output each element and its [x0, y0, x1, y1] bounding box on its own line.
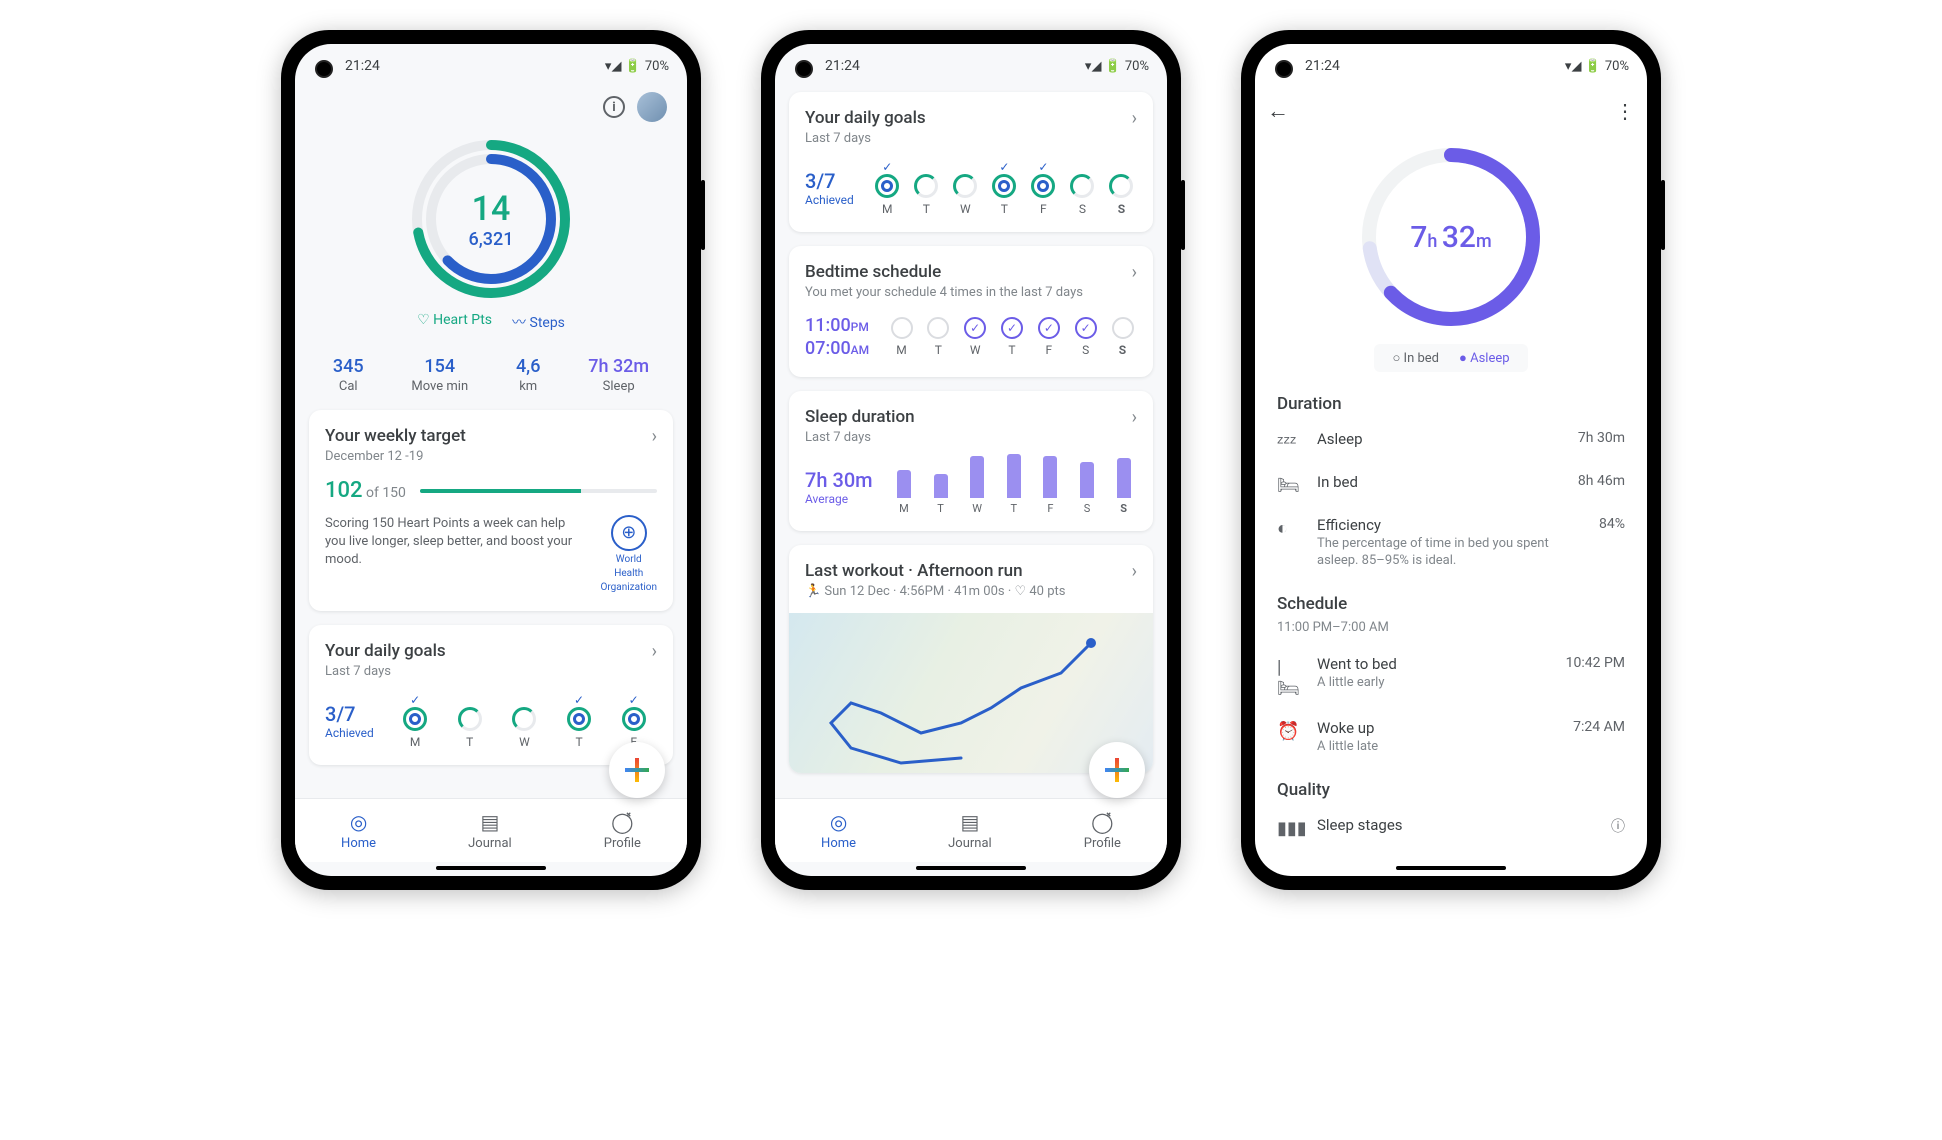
weekly-target-card[interactable]: Your weekly target December 12 -19 › 102… — [309, 410, 673, 611]
nav-profile[interactable]: ◯̽Profile — [1084, 810, 1121, 851]
phone-sleep: 21:24 ▾◢ 🔋70% ← ⋮ 7h 32m — [1241, 30, 1661, 890]
daily-days: ✓M T W ✓T ✓F S S — [872, 160, 1137, 216]
card-title: Your weekly target — [325, 426, 466, 446]
steps-icon: 〰 Steps — [512, 312, 565, 332]
row-inbed[interactable]: 🛏 In bed 8h 46m — [1271, 463, 1631, 506]
stat-sleep[interactable]: 7h 32mSleep — [588, 356, 649, 394]
who-logo: ⊕ World Health Organization — [600, 515, 657, 595]
bed-in-icon: |🛏 — [1277, 655, 1301, 699]
chevron-right-icon: › — [1132, 561, 1137, 582]
journal-icon: ▤ — [960, 810, 979, 834]
sleep-clock: 7h 32m ○ In bed ● Asleep — [1271, 136, 1631, 386]
nav-home[interactable]: ◎Home — [341, 810, 376, 851]
journal-icon: ▤ — [480, 810, 499, 834]
ring-legend: ♡ Heart Pts 〰 Steps — [417, 312, 565, 332]
heart-icon: ♡ Heart Pts — [417, 312, 492, 332]
plus-icon — [625, 758, 649, 782]
bed-icon: 🛏 — [1277, 473, 1301, 496]
clock: 21:24 — [1305, 58, 1340, 74]
camera-punch — [315, 60, 333, 78]
activity-ring[interactable]: 14 6,321 ♡ Heart Pts 〰 Steps — [309, 128, 673, 342]
info-icon[interactable]: i — [603, 96, 625, 118]
more-menu-button[interactable]: ⋮ — [1609, 93, 1641, 129]
nav-profile[interactable]: ◯̽Profile — [604, 810, 641, 851]
add-fab[interactable] — [1089, 742, 1145, 798]
phone-home: 21:24 ▾◢ 🔋70% i 14 6,321 — [281, 30, 701, 890]
daily-goals-card[interactable]: Your daily goals Last 7 days › 3/7 Achie… — [789, 92, 1153, 232]
status-icons: ▾◢ 🔋70% — [1565, 59, 1629, 74]
status-bar: 21:24 ▾◢ 🔋70% — [775, 44, 1167, 88]
weekly-tip: Scoring 150 Heart Points a week can help… — [325, 515, 588, 595]
alarm-icon: ⏰ — [1277, 719, 1301, 742]
sleep-bar-chart: M T W T F S S — [891, 459, 1137, 515]
profile-icon: ◯̽ — [611, 810, 633, 834]
gesture-bar — [1396, 866, 1506, 870]
home-icon: ◎ — [830, 810, 847, 834]
camera-punch — [1275, 60, 1293, 78]
stats-row: 345Cal 154Move min 4,6km 7h 32mSleep — [309, 356, 673, 394]
steps-value: 6,321 — [469, 229, 514, 250]
status-bar: 21:24 ▾◢ 🔋70% — [1255, 44, 1647, 88]
section-duration: Duration — [1271, 394, 1631, 414]
camera-punch — [795, 60, 813, 78]
plus-icon — [1105, 758, 1129, 782]
bed-times: 11:00PM 07:00AM — [805, 314, 869, 361]
nav-journal[interactable]: ▤Journal — [468, 810, 512, 851]
bed-days: M T ✓W ✓T ✓F ✓S S — [887, 317, 1137, 357]
gesture-bar — [436, 866, 546, 870]
row-sleep-stages[interactable]: ▮▮▮ Sleep stages ⓘ — [1271, 806, 1631, 849]
add-fab[interactable] — [609, 742, 665, 798]
sleep-duration-card[interactable]: Sleep duration Last 7 days › 7h 30m Aver… — [789, 391, 1153, 531]
gesture-bar — [916, 866, 1026, 870]
heart-points-value: 14 — [472, 189, 511, 229]
status-icons: ▾◢ 🔋70% — [1085, 59, 1149, 74]
chevron-right-icon: › — [1132, 262, 1137, 283]
last-workout-card[interactable]: Last workout · Afternoon run 🏃 Sun 12 De… — [789, 545, 1153, 773]
bars-icon: ▮▮▮ — [1277, 816, 1301, 839]
section-quality: Quality — [1271, 780, 1631, 800]
nav-journal[interactable]: ▤Journal — [948, 810, 992, 851]
daily-days: ✓M T W ✓T ✓F — [392, 693, 657, 749]
progress-bar — [420, 489, 657, 493]
chevron-right-icon: › — [652, 426, 657, 447]
row-efficiency[interactable]: ◐ Efficiency The percentage of time in b… — [1271, 506, 1631, 580]
status-bar: 21:24 ▾◢ 🔋70% — [295, 44, 687, 88]
row-woke-up[interactable]: ⏰ Woke up A little late 7:24 AM — [1271, 709, 1631, 766]
stat-move[interactable]: 154Move min — [411, 356, 468, 394]
bedtime-card[interactable]: Bedtime schedule You met your schedule 4… — [789, 246, 1153, 377]
info-icon[interactable]: ⓘ — [1611, 816, 1625, 836]
row-went-to-bed[interactable]: |🛏 Went to bed A little early 10:42 PM — [1271, 645, 1631, 709]
chevron-right-icon: › — [1132, 407, 1137, 428]
back-button[interactable]: ← — [1261, 92, 1295, 130]
sleep-duration-center: 7h 32m — [1410, 220, 1491, 255]
status-icons: ▾◢ 🔋70% — [605, 59, 669, 74]
home-icon: ◎ — [350, 810, 367, 834]
profile-icon: ◯̽ — [1091, 810, 1113, 834]
sleep-zzz-icon: ᶻᶻᶻ — [1277, 430, 1301, 453]
nav-home[interactable]: ◎Home — [821, 810, 856, 851]
phone-scroll: 21:24 ▾◢ 🔋70% Your daily goals Last 7 da… — [761, 30, 1181, 890]
bottom-nav: ◎Home ▤Journal ◯̽Profile — [775, 798, 1167, 862]
bottom-nav: ◎Home ▤Journal ◯̽Profile — [295, 798, 687, 862]
section-schedule: Schedule — [1271, 594, 1631, 614]
stat-cal[interactable]: 345Cal — [333, 356, 364, 394]
stat-km[interactable]: 4,6km — [516, 356, 541, 394]
clock: 21:24 — [345, 58, 380, 74]
daily-goals-card[interactable]: Your daily goals Last 7 days › 3/7 Achie… — [309, 625, 673, 765]
sleep-legend: ○ In bed ● Asleep — [1374, 344, 1527, 372]
efficiency-icon: ◐ — [1277, 516, 1301, 539]
card-sub: December 12 -19 — [325, 449, 466, 464]
clock: 21:24 — [825, 58, 860, 74]
chevron-right-icon: › — [1132, 108, 1137, 129]
schedule-range: 11:00 PM–7:00 AM — [1271, 620, 1631, 635]
chevron-right-icon: › — [652, 641, 657, 662]
avatar[interactable] — [637, 92, 667, 122]
row-asleep[interactable]: ᶻᶻᶻ Asleep 7h 30m — [1271, 420, 1631, 463]
